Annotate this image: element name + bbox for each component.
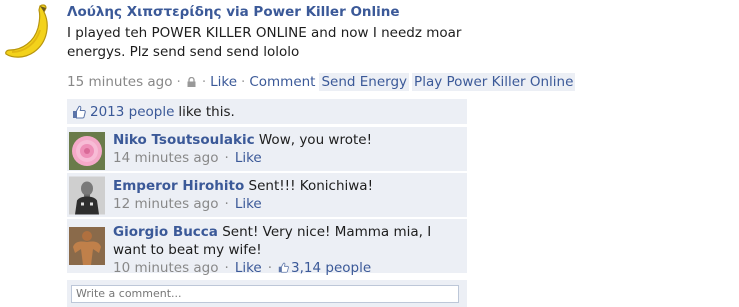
comment-timestamp[interactable]: 12 minutes ago — [113, 196, 219, 212]
comment-item: Giorgio Bucca Sent! Very nice! Mamma mia… — [67, 219, 467, 276]
lock-icon — [187, 77, 196, 87]
post-author-link[interactable]: Λούλης Χιπστερίδης via Power Killer Onli… — [67, 4, 400, 20]
comment-like-link[interactable]: Like — [235, 260, 262, 276]
comment-text: Wow, you wrote! — [258, 132, 372, 148]
comment-like-link[interactable]: Like — [235, 150, 262, 166]
post-like-link[interactable]: Like — [210, 74, 237, 90]
post-message: I played teh POWER KILLER ONLINE and now… — [67, 25, 462, 60]
thumbs-up-icon — [278, 262, 289, 273]
likes-summary: 2013 people like this. — [67, 99, 467, 124]
bodybuilder-avatar[interactable] — [69, 227, 105, 265]
write-comment-input[interactable]: Write a comment... — [71, 285, 459, 303]
send-energy-link[interactable]: Send Energy — [319, 73, 410, 91]
thumbs-up-icon — [73, 105, 86, 118]
likes-suffix: like this. — [178, 103, 235, 120]
comment-item: Emperor Hirohito Sent!!! Konichiwa! 12 m… — [67, 173, 467, 217]
flower-avatar[interactable] — [69, 132, 105, 170]
comment-like-link[interactable]: Like — [235, 196, 262, 212]
comment-author-link[interactable]: Giorgio Bucca — [113, 224, 218, 240]
comment-item: Niko Tsoutsoulakic Wow, you wrote! 14 mi… — [67, 127, 467, 171]
post-meta: 15 minutes ago · · Like · Comment Send E… — [67, 73, 576, 91]
comment-author-link[interactable]: Niko Tsoutsoulakic — [113, 132, 255, 148]
post-comment-link[interactable]: Comment — [249, 74, 315, 90]
likes-count-link[interactable]: 2013 people — [90, 104, 174, 120]
emperor-avatar[interactable] — [69, 175, 105, 216]
comment-timestamp[interactable]: 10 minutes ago — [113, 260, 219, 276]
comment-author-link[interactable]: Emperor Hirohito — [113, 178, 244, 194]
comment-timestamp[interactable]: 14 minutes ago — [113, 150, 219, 166]
comment-likes-count-link[interactable]: 3,14 people — [291, 260, 371, 276]
comment-text: Sent!!! Konichiwa! — [248, 178, 373, 194]
banana-avatar[interactable] — [4, 4, 54, 60]
write-comment-area: Write a comment... — [67, 280, 467, 307]
play-power-killer-link[interactable]: Play Power Killer Online — [412, 73, 576, 91]
post-timestamp[interactable]: 15 minutes ago — [67, 74, 173, 90]
